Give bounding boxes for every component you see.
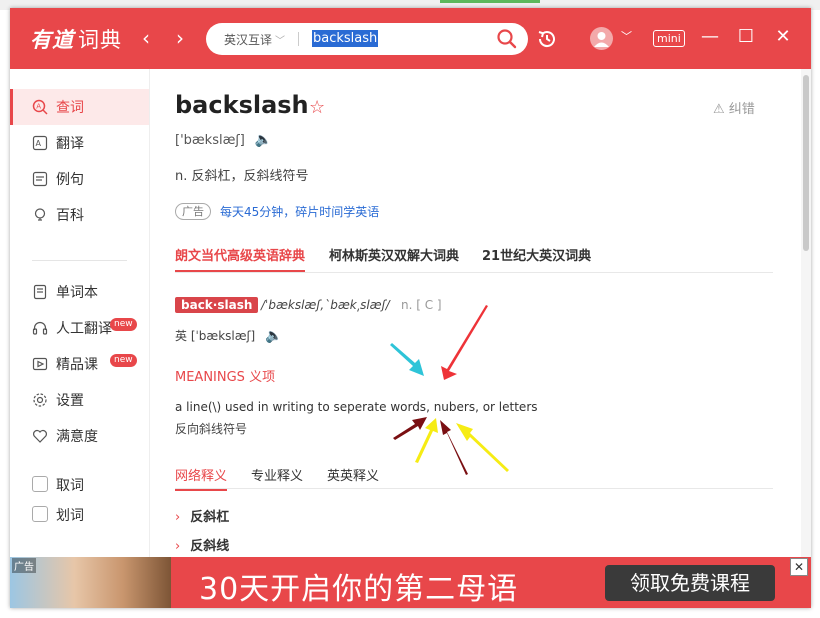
annotation-arrow-yellow-right	[456, 423, 509, 472]
annotation-arrow-red	[441, 305, 488, 380]
annotation-arrow-dark-red-left	[393, 417, 427, 440]
annotation-arrow-cyan	[390, 343, 424, 376]
annotation-arrows	[390, 305, 509, 475]
